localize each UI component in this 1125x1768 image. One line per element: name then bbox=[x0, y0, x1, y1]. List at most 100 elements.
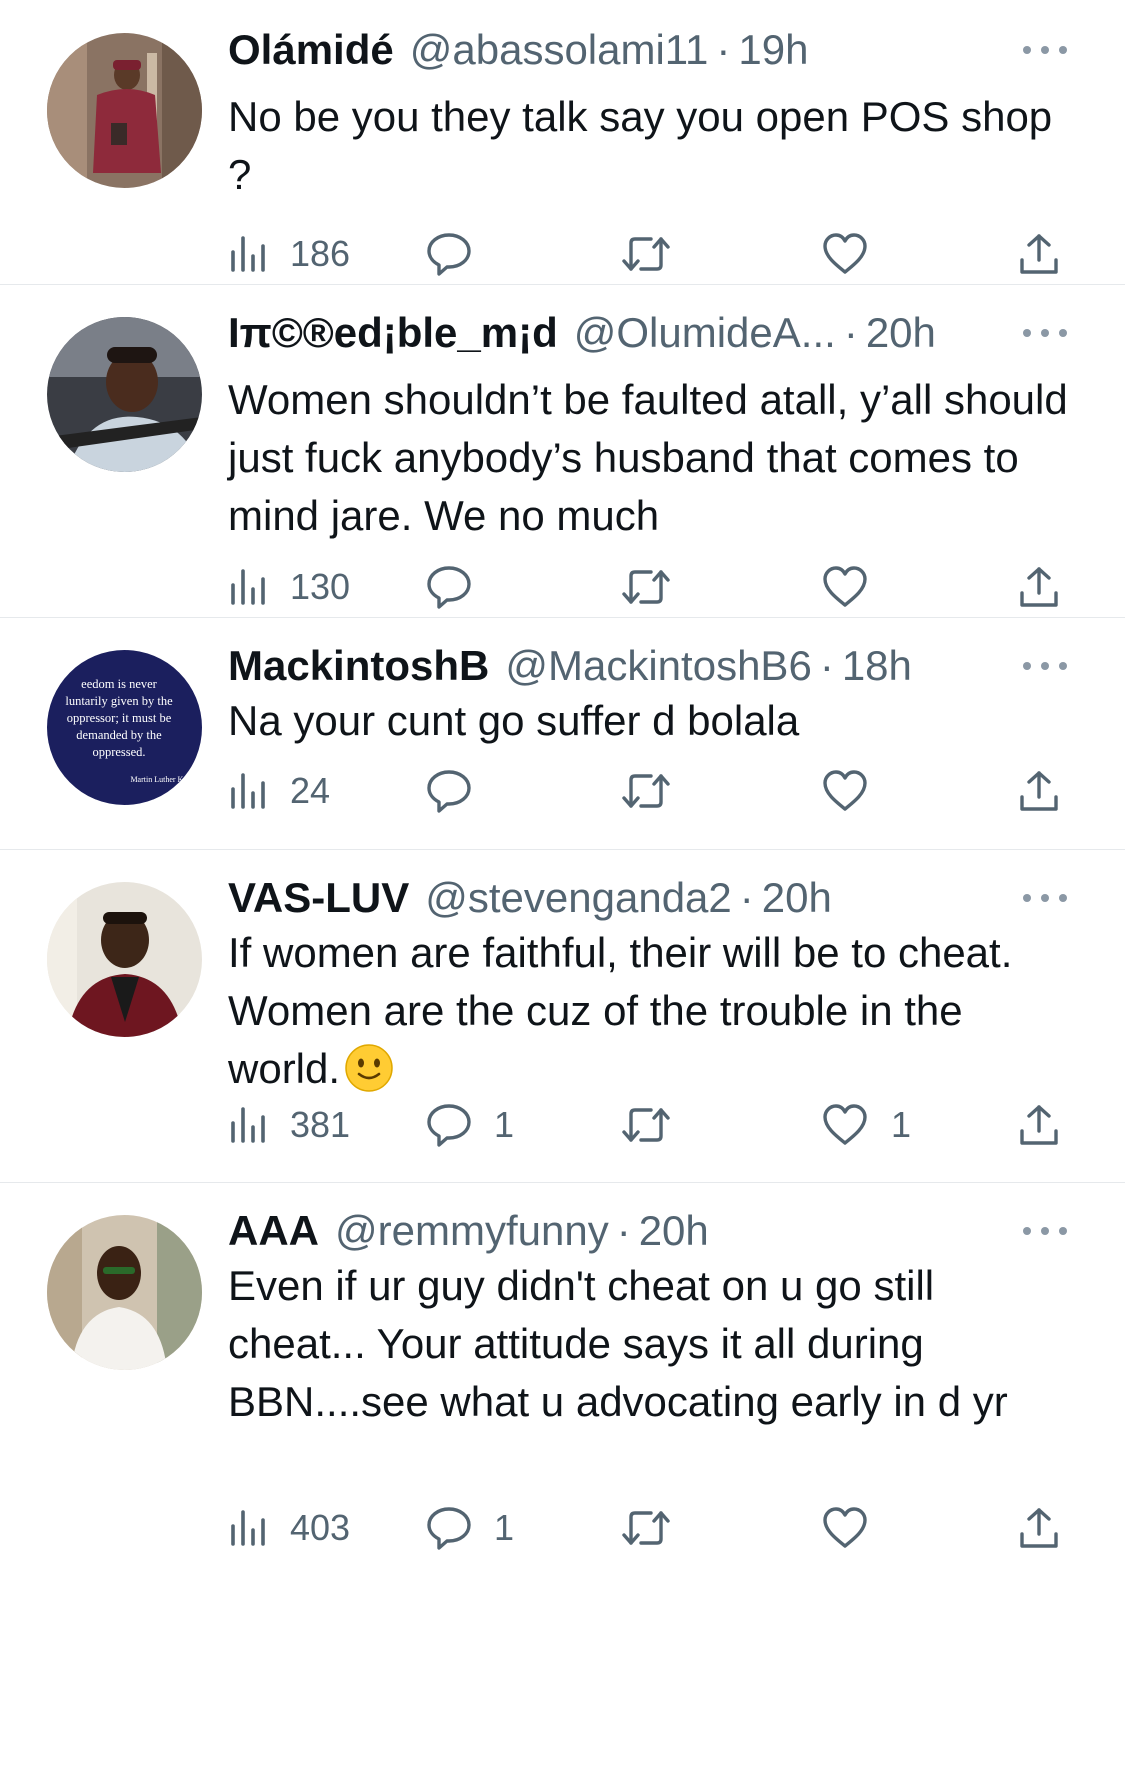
share-button[interactable] bbox=[1018, 1498, 1060, 1558]
views-bar-chart-icon bbox=[231, 1107, 265, 1143]
heart-icon bbox=[823, 566, 867, 607]
tweet-actions: 186 bbox=[228, 224, 1078, 284]
like-button[interactable] bbox=[821, 224, 891, 284]
avatar[interactable]: eedom is never luntarily given by the op… bbox=[47, 650, 202, 805]
more-options-icon[interactable] bbox=[1023, 28, 1067, 72]
more-options-icon[interactable] bbox=[1023, 644, 1067, 688]
display-name[interactable]: AAA bbox=[228, 1201, 319, 1261]
retweet-button[interactable] bbox=[621, 1095, 693, 1155]
display-name[interactable]: Iπ©®ed¡ble_m¡d bbox=[228, 303, 558, 363]
views-count: 186 bbox=[290, 233, 351, 274]
more-options-icon[interactable] bbox=[1023, 311, 1067, 355]
avatar-photo-icon bbox=[47, 33, 202, 188]
avatar-quote-line: oppressor; it must be bbox=[67, 711, 172, 725]
reply-button[interactable] bbox=[426, 557, 494, 617]
tweet-actions: 381 1 1 bbox=[228, 1095, 1078, 1155]
tweet-header: Iπ©®ed¡ble_m¡d @OlumideA... · 20h bbox=[228, 303, 1005, 363]
share-upload-icon bbox=[1020, 771, 1058, 811]
tweet-text: Even if ur guy didn't cheat on u go stil… bbox=[228, 1262, 1008, 1425]
tweet[interactable]: eedom is never luntarily given by the op… bbox=[0, 618, 1125, 850]
avatar[interactable] bbox=[47, 1215, 202, 1370]
views-button[interactable]: 130 bbox=[228, 557, 350, 617]
user-handle[interactable]: @OlumideA... bbox=[574, 303, 836, 363]
reply-count: 1 bbox=[494, 1507, 515, 1548]
timestamp[interactable]: 18h bbox=[842, 636, 912, 696]
reply-button[interactable]: 1 bbox=[426, 1095, 514, 1155]
heart-icon bbox=[823, 233, 867, 274]
retweet-button[interactable] bbox=[621, 1498, 693, 1558]
views-count: 24 bbox=[290, 770, 331, 811]
tweet[interactable]: VAS-LUV @stevenganda2 · 20h If women are… bbox=[0, 850, 1125, 1183]
timestamp[interactable]: 20h bbox=[866, 303, 936, 363]
tweet-header: Olámidé @abassolami11 · 19h bbox=[228, 20, 1005, 80]
share-upload-icon bbox=[1020, 234, 1058, 274]
reply-button[interactable]: 1 bbox=[426, 1498, 514, 1558]
avatar-photo-icon bbox=[47, 1215, 202, 1370]
views-count: 403 bbox=[290, 1507, 351, 1548]
views-button[interactable]: 24 bbox=[228, 761, 330, 821]
avatar[interactable] bbox=[47, 882, 202, 1037]
heart-icon bbox=[823, 1104, 867, 1145]
retweet-button[interactable] bbox=[621, 557, 693, 617]
views-button[interactable]: 186 bbox=[228, 224, 350, 284]
tweet[interactable]: AAA @remmyfunny · 20h Even if ur guy did… bbox=[0, 1183, 1125, 1768]
retweet-button[interactable] bbox=[621, 761, 693, 821]
avatar-quote-image: eedom is never luntarily given by the op… bbox=[47, 650, 202, 805]
share-button[interactable] bbox=[1018, 1095, 1060, 1155]
reply-button[interactable] bbox=[426, 224, 494, 284]
more-options-icon[interactable] bbox=[1023, 876, 1067, 920]
timestamp[interactable]: 20h bbox=[762, 868, 832, 928]
retweet-icon bbox=[622, 774, 670, 808]
tweet-actions: 24 bbox=[228, 761, 1078, 821]
user-handle[interactable]: @abassolami11 bbox=[410, 20, 709, 80]
reply-bubble-icon bbox=[427, 1507, 471, 1550]
user-handle[interactable]: @stevenganda2 bbox=[425, 868, 732, 928]
tweet-actions: 403 1 bbox=[228, 1498, 1078, 1558]
like-button[interactable] bbox=[821, 557, 891, 617]
like-count: 1 bbox=[891, 1104, 912, 1145]
avatar-photo-icon bbox=[47, 317, 202, 472]
separator: · bbox=[716, 26, 731, 73]
heart-icon bbox=[823, 1507, 867, 1548]
display-name[interactable]: MackintoshB bbox=[228, 636, 489, 696]
share-button[interactable] bbox=[1018, 557, 1060, 617]
tweet-text: Women shouldn’t be faulted atall, y’all … bbox=[228, 376, 1080, 539]
like-button[interactable] bbox=[821, 761, 891, 821]
display-name[interactable]: Olámidé bbox=[228, 20, 394, 80]
avatar-quote-line: eedom is never bbox=[81, 677, 158, 691]
tweet-header: MackintoshB @MackintoshB6 · 18h bbox=[228, 636, 1005, 696]
separator: · bbox=[819, 642, 834, 689]
share-button[interactable] bbox=[1018, 224, 1060, 284]
retweet-button[interactable] bbox=[621, 224, 693, 284]
retweet-icon bbox=[622, 237, 670, 271]
display-name[interactable]: VAS-LUV bbox=[228, 868, 409, 928]
avatar-quote-line: demanded by the bbox=[76, 728, 162, 742]
timestamp[interactable]: 20h bbox=[639, 1201, 709, 1261]
tweet-text: No be you they talk say you open POS sho… bbox=[228, 93, 1064, 198]
retweet-icon bbox=[622, 1108, 670, 1142]
views-bar-chart-icon bbox=[231, 773, 265, 809]
avatar[interactable] bbox=[47, 33, 202, 188]
views-button[interactable]: 403 bbox=[228, 1498, 350, 1558]
tweet-text: Na your cunt go suffer d bolala bbox=[228, 697, 800, 744]
user-handle[interactable]: @remmyfunny bbox=[335, 1201, 609, 1261]
views-bar-chart-icon bbox=[231, 569, 265, 605]
views-bar-chart-icon bbox=[231, 236, 265, 272]
like-button[interactable]: 1 bbox=[821, 1095, 911, 1155]
reply-button[interactable] bbox=[426, 761, 494, 821]
separator: · bbox=[739, 874, 754, 921]
views-button[interactable]: 381 bbox=[228, 1095, 350, 1155]
slightly-smiling-face-icon bbox=[345, 1044, 393, 1092]
user-handle[interactable]: @MackintoshB6 bbox=[505, 636, 811, 696]
reply-bubble-icon bbox=[427, 770, 471, 813]
like-button[interactable] bbox=[821, 1498, 891, 1558]
timestamp[interactable]: 19h bbox=[738, 20, 808, 80]
tweet[interactable]: Olámidé @abassolami11 · 19h No be you th… bbox=[0, 0, 1125, 285]
tweet-actions: 130 bbox=[228, 557, 1078, 617]
avatar[interactable] bbox=[47, 317, 202, 472]
reply-bubble-icon bbox=[427, 1104, 471, 1147]
tweet[interactable]: Iπ©®ed¡ble_m¡d @OlumideA... · 20h Women … bbox=[0, 285, 1125, 618]
share-button[interactable] bbox=[1018, 761, 1060, 821]
more-options-icon[interactable] bbox=[1023, 1209, 1067, 1253]
views-bar-chart-icon bbox=[231, 1510, 265, 1546]
